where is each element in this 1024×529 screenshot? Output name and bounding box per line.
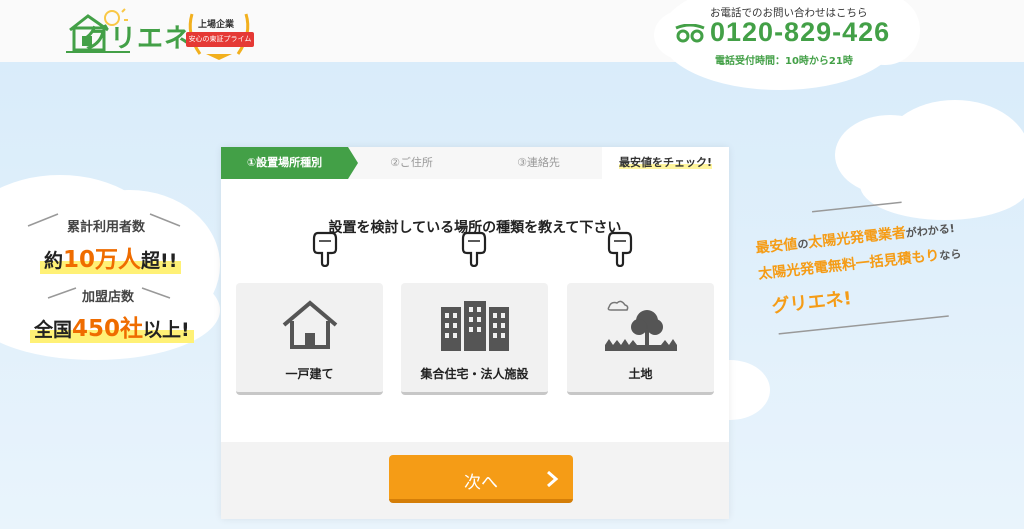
logo-text[interactable]: グリエネ [83,18,191,55]
slogan-understand: がわかる! [905,221,956,240]
slogan-block: 最安値の太陽光発電業者がわかる! 太陽光発電無料一括見積もりなら グリエネ! [752,186,1024,344]
building-icon [441,301,509,351]
badge-listed-company: 上場企業 [198,20,235,30]
option-land[interactable]: 土地 [567,283,714,395]
phone-number-link[interactable]: 0120-829-426 [710,17,890,48]
next-button[interactable]: 次へ [389,455,573,503]
land-icon [605,300,677,351]
badge-ribbon: 安心の東証プライム [186,32,254,47]
house-icon [282,300,338,349]
step-3-contact: ③連絡先 [517,156,560,169]
phone-hours: 電話受付時間：10時から21時 [715,56,853,67]
chevron-right-icon [547,470,559,488]
quote-form-card: ①設置場所種別 ②ご住所 ③連絡先 最安値をチェック! 設置を検討している場所の… [221,147,729,519]
pointing-hand-icon [312,231,338,267]
users-number: 10万人 [63,247,142,273]
option-apartment-facility[interactable]: 集合住宅・法人施設 [401,283,548,395]
slogan-cheapest: 最安値 [754,236,799,257]
option-label: 一戸建て [285,367,334,381]
stores-count-value: 全国450社以上! [30,309,194,343]
users-count-label: 累計利用者数 [66,220,145,235]
option-label: 土地 [628,367,653,381]
users-suffix: 超!! [141,250,178,272]
stats-panel: 累計利用者数 約10万人超!! 加盟店数 全国450社以上! [0,196,220,346]
option-detached-house[interactable]: 一戸建て [236,283,383,395]
users-prefix: 約 [44,250,64,272]
step-progress: ①設置場所種別 ②ご住所 ③連絡先 最安値をチェック! [221,147,729,179]
free-dial-icon [675,24,705,43]
step-4-label: 最安値をチェック! [618,156,713,169]
slogan-nara: なら [938,247,962,263]
pointing-hand-icon [461,231,487,267]
step-1-location-type: ①設置場所種別 [221,147,358,179]
stores-prefix: 全国 [34,319,73,341]
step-4-check-price: 最安値をチェック! [602,147,729,179]
stores-suffix: 以上! [143,319,190,341]
step-2-address: ②ご住所 [390,156,433,169]
users-count-value: 約10万人超!! [40,240,182,274]
pointing-hand-icon [607,231,633,267]
stores-count-label: 加盟店数 [81,290,134,305]
option-label: 集合住宅・法人施設 [420,367,529,381]
stores-number: 450社 [72,316,144,342]
